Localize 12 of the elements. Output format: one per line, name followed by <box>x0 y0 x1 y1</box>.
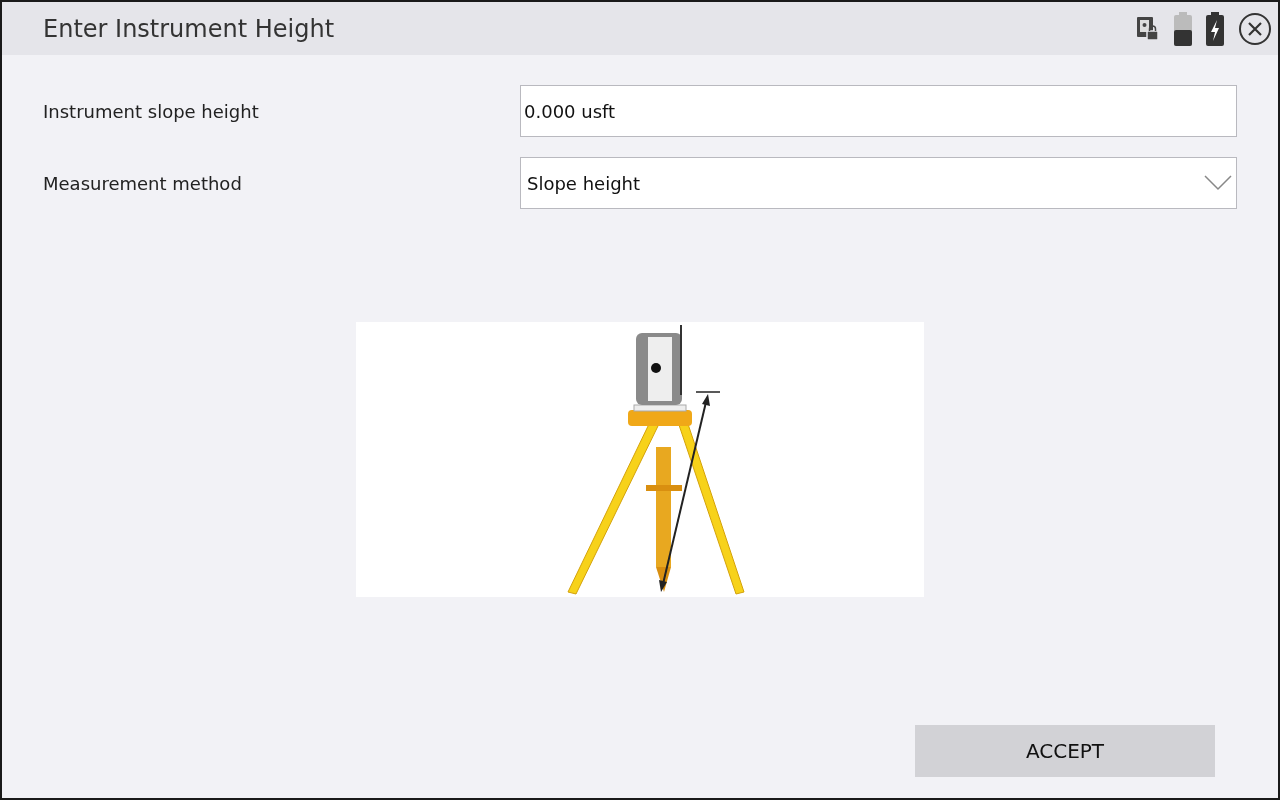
height-input-field[interactable]: 0.000 usft <box>520 85 1237 137</box>
window-title: Enter Instrument Height <box>43 14 336 43</box>
battery-icon <box>1174 11 1192 46</box>
accept-button[interactable]: ACCEPT <box>915 725 1215 777</box>
device-lock-icon[interactable] <box>1136 15 1160 42</box>
field-label: Instrument slope height <box>43 100 260 122</box>
close-icon[interactable] <box>1238 11 1272 46</box>
caret-icon <box>1204 175 1232 191</box>
reference-line <box>695 391 721 393</box>
field-label: Measurement method <box>43 172 243 194</box>
method-dropdown[interactable]: Slope height <box>520 157 1237 209</box>
battery-charging-icon <box>1206 11 1224 46</box>
